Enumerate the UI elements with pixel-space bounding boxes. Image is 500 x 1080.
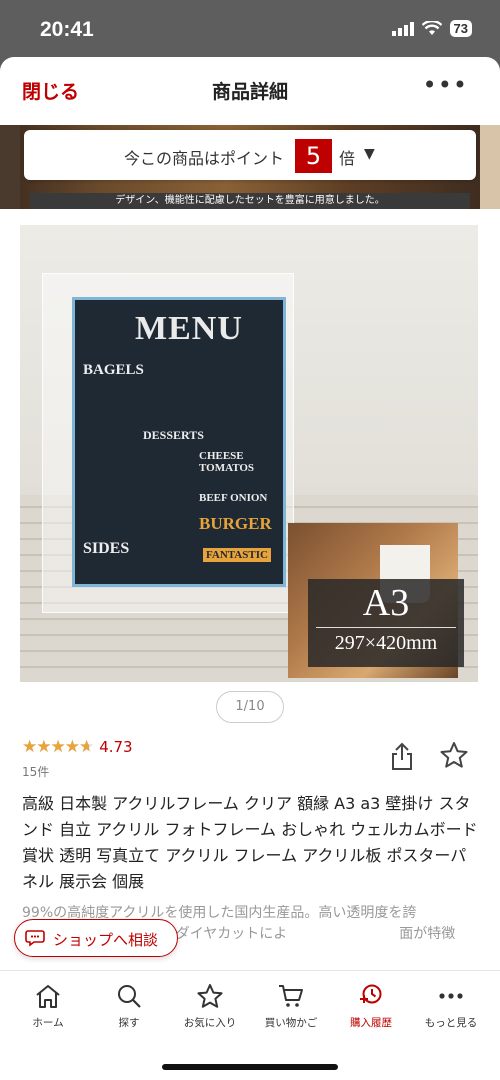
image-pager: 1/10 [216, 691, 284, 723]
menu-item-burger: BURGER [199, 514, 272, 533]
menu-item-beef: BEEF ONION [199, 492, 268, 504]
share-icon[interactable] [390, 741, 414, 771]
history-icon [360, 984, 382, 1004]
rating-value: 4.73 [99, 738, 133, 756]
menu-item-sides: SIDES [83, 540, 130, 557]
chat-bubble-icon [25, 930, 45, 947]
home-indicator [162, 1064, 338, 1070]
menu-item-bagels: BAGELS [83, 362, 144, 378]
more-icon [439, 993, 463, 999]
review-count[interactable]: 15件 [22, 763, 49, 780]
tab-home[interactable]: ホーム [8, 983, 88, 1030]
tab-more[interactable]: もっと見る [411, 983, 491, 1030]
rating-stars: ★★★★★ ★★★★★ [22, 737, 94, 757]
rating-summary[interactable]: ★★★★★ ★★★★★ 4.73 [22, 737, 133, 757]
star-icon [197, 984, 223, 1008]
size-label: A3 [362, 582, 410, 624]
menu-poster-title: MENU [135, 310, 243, 347]
tab-cart[interactable]: 買い物かご [251, 983, 331, 1030]
menu-poster: MENU BAGELS DESSERTS SIDES CHEESE TOMATO… [72, 297, 286, 587]
tab-purchase-history-label: 購入履歴 [350, 1017, 392, 1029]
menu-item-desserts: DESSERTS [143, 428, 204, 442]
product-image[interactable]: MENU BAGELS DESSERTS SIDES CHEESE TOMATO… [20, 225, 478, 682]
points-prefix: 今この商品はポイント [124, 149, 285, 168]
product-detail-sheet: 閉じる 商品詳細 ••• デザイン、機能性に配慮したセットを豊富に用意しました。… [0, 57, 500, 1080]
menu-item-fantastic: FANTASTIC [203, 548, 271, 562]
banner-right-edge [480, 125, 500, 209]
status-time: 20:41 [40, 18, 94, 41]
size-label-box: A3 297×420mm [308, 579, 464, 667]
signal-icon [391, 21, 414, 36]
points-multiplier-box[interactable]: 今この商品はポイント 5 倍 ▼ [24, 130, 476, 180]
banner-caption: デザイン、機能性に配慮したセットを豊富に用意しました。 [30, 193, 470, 209]
size-dimensions: 297×420mm [316, 627, 456, 658]
product-title: 高級 日本製 アクリルフレーム クリア 額縁 A3 a3 壁掛け スタンド 自立… [22, 794, 478, 891]
tab-purchase-history[interactable]: 購入履歴 [331, 983, 411, 1030]
tab-more-label: もっと見る [424, 1017, 478, 1029]
cart-icon [279, 985, 303, 1007]
battery-indicator: 73 [449, 20, 472, 37]
tab-favorites[interactable]: お気に入り [170, 983, 250, 1030]
shop-consult-button[interactable]: ショップへ相談 [14, 919, 178, 957]
tab-cart-label: 買い物かご [264, 1017, 318, 1029]
status-bar: 20:41 73 [0, 0, 500, 60]
tab-search[interactable]: 探す [89, 983, 169, 1030]
shop-consult-label: ショップへ相談 [53, 931, 159, 949]
rating-stars-filled: ★★★★★ [22, 737, 90, 757]
status-icons: 73 [391, 20, 472, 37]
caret-down-icon: ▼ [364, 146, 375, 162]
nav-bar: 閉じる 商品詳細 ••• [0, 57, 500, 121]
search-icon [118, 985, 141, 1008]
home-icon [36, 985, 60, 1008]
banner-left-edge [0, 125, 20, 209]
wifi-icon [421, 21, 442, 35]
favorite-star-icon[interactable] [440, 741, 468, 769]
points-suffix: 倍 [339, 149, 356, 168]
more-options-button[interactable]: ••• [423, 71, 468, 99]
tab-home-label: ホーム [32, 1017, 64, 1029]
points-multiplier: 5 [295, 139, 332, 173]
menu-item-cheese: CHEESE TOMATOS [199, 450, 255, 474]
tab-favorites-label: お気に入り [183, 1017, 237, 1029]
tab-search-label: 探す [118, 1017, 140, 1029]
